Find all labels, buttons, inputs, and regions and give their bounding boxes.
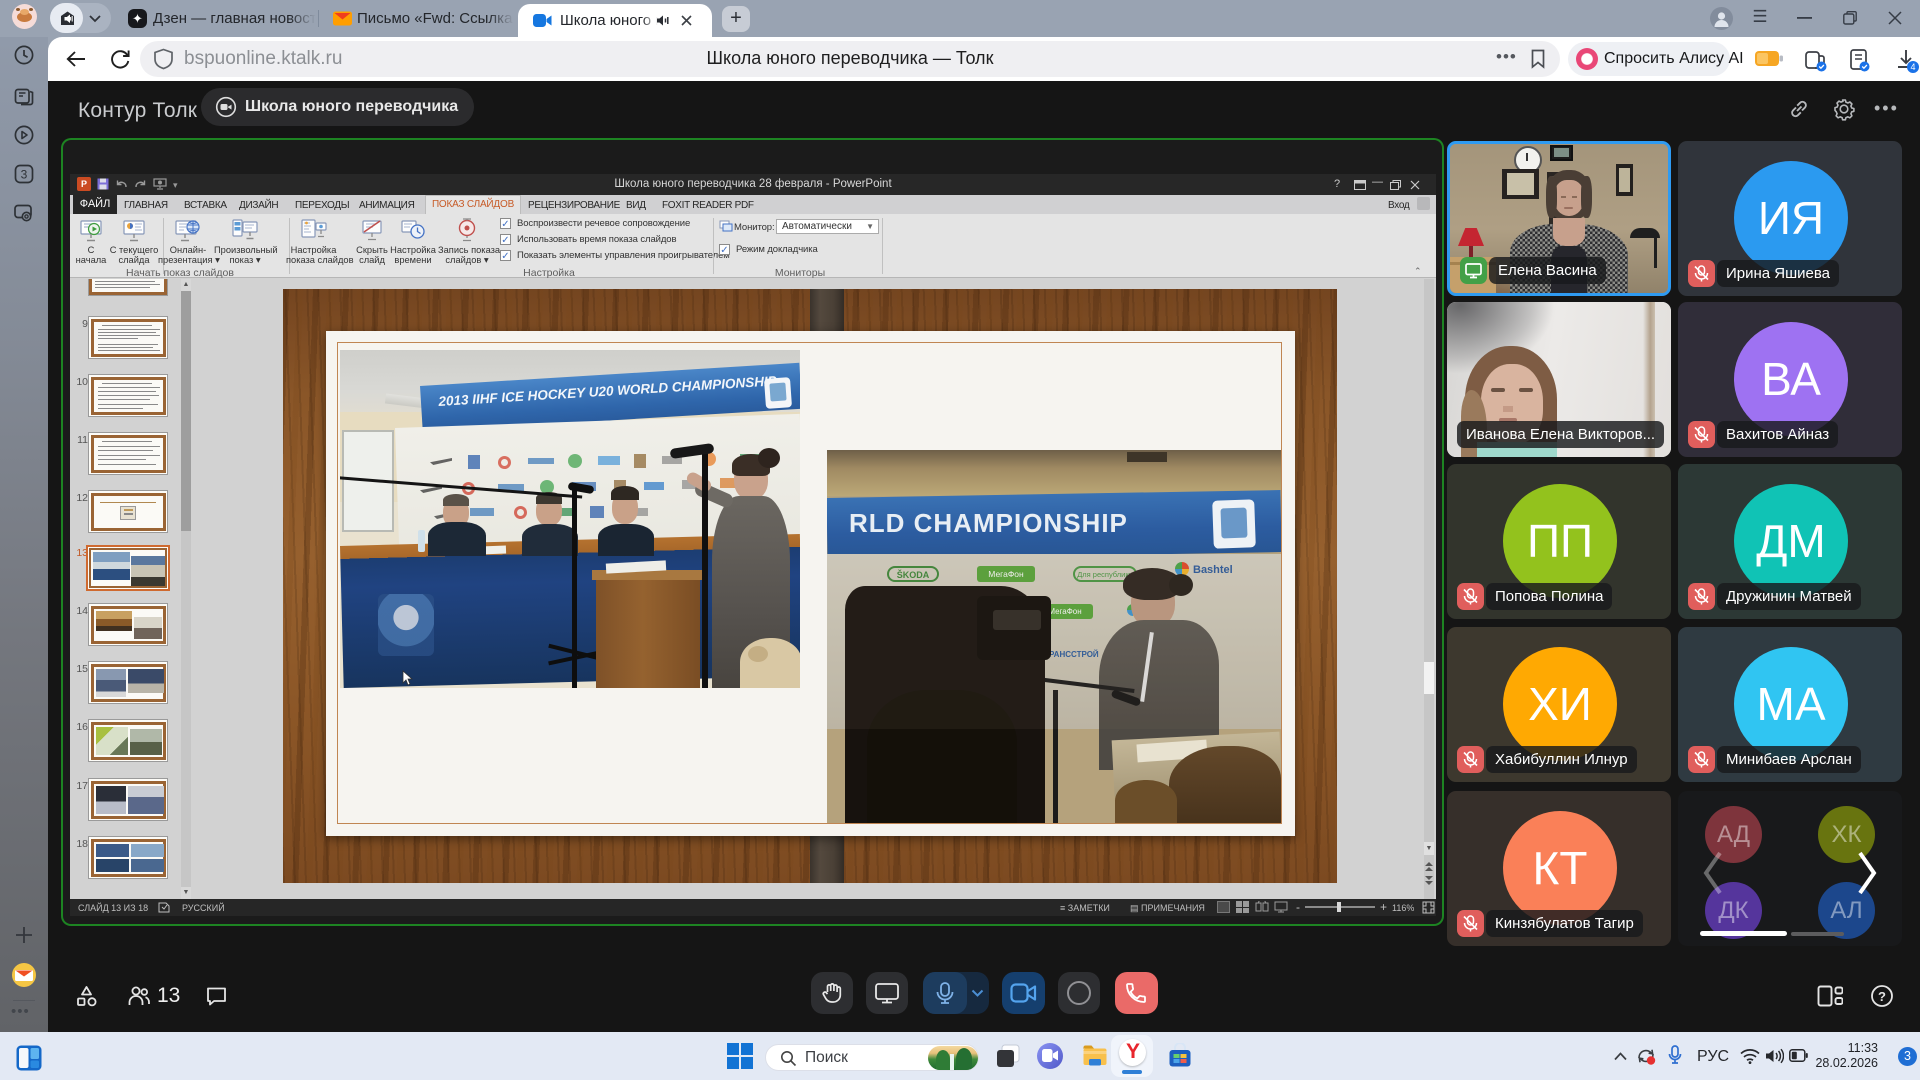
- svg-text:?: ?: [1878, 989, 1886, 1004]
- svg-text:3: 3: [21, 168, 28, 182]
- svg-text:4: 4: [1910, 62, 1915, 72]
